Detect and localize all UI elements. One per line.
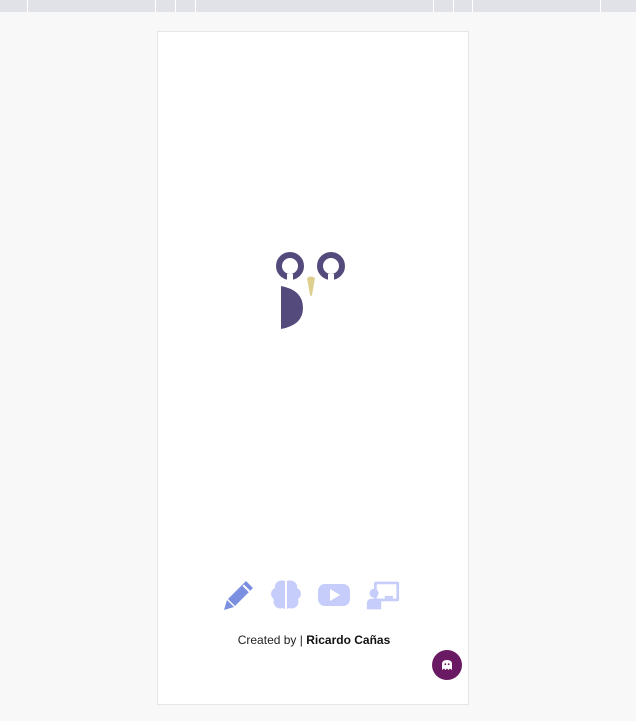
browser-top-bar: [0, 0, 636, 12]
footer-credit: Created by | Ricardo Cañas: [158, 633, 470, 647]
top-bar-divider: [195, 0, 196, 12]
top-bar-divider: [155, 0, 156, 12]
top-bar-divider: [600, 0, 601, 12]
top-bar-divider: [27, 0, 28, 12]
floating-action-button[interactable]: [432, 650, 462, 680]
app-card: Created by | Ricardo Cañas: [157, 31, 469, 705]
teacher-presentation-icon[interactable]: [366, 578, 400, 612]
owl-logo-icon: [276, 252, 345, 329]
youtube-play-icon[interactable]: [317, 578, 351, 612]
ghost-icon: [442, 660, 452, 670]
credit-separator: |: [299, 633, 303, 647]
top-bar-divider: [433, 0, 434, 12]
top-bar-divider: [175, 0, 176, 12]
top-bar-divider: [453, 0, 454, 12]
brain-icon[interactable]: [269, 578, 303, 612]
author-name: Ricardo Cañas: [306, 633, 391, 647]
pencil-icon[interactable]: [222, 578, 256, 612]
top-bar-divider: [472, 0, 473, 12]
feature-icon-row: [222, 578, 406, 612]
created-by-label: Created by: [237, 633, 297, 647]
